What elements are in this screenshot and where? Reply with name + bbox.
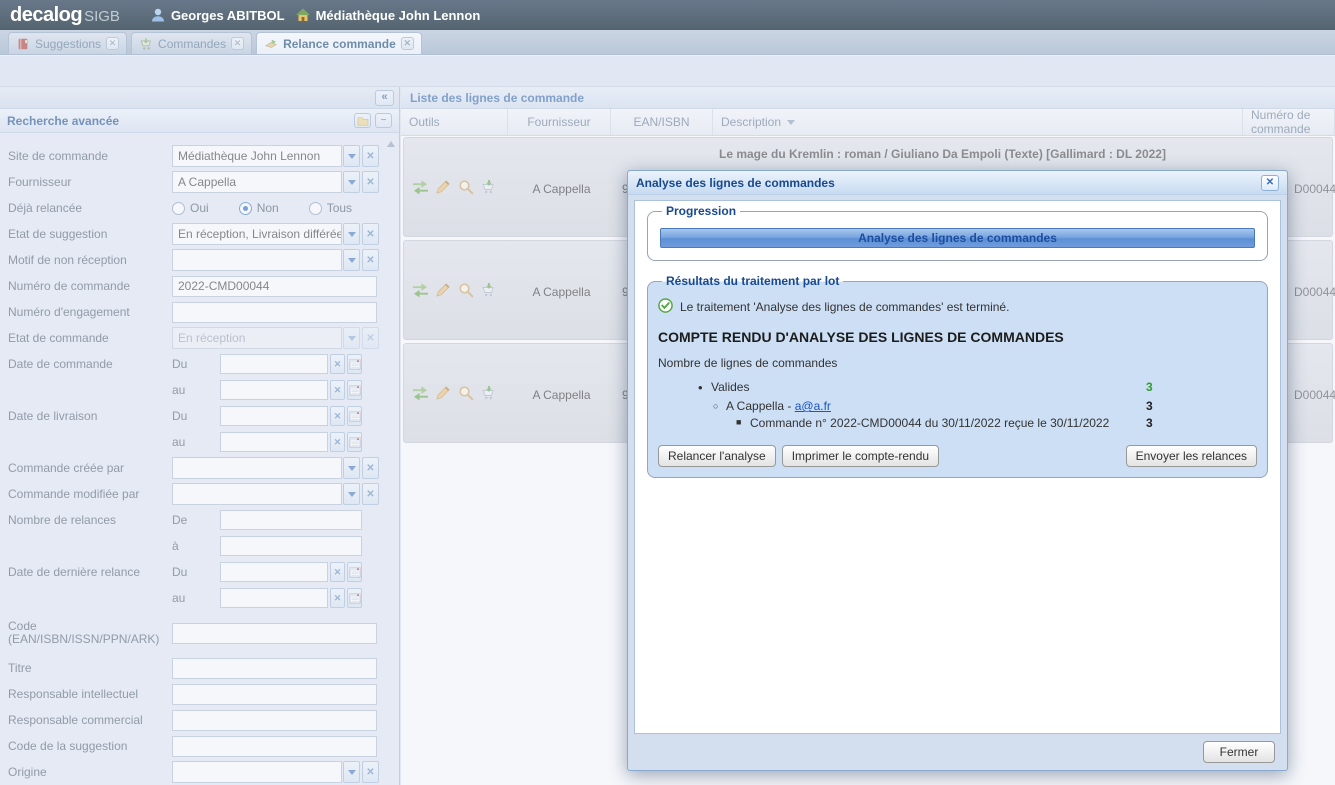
current-user[interactable]: Georges ABITBOL <box>150 7 285 23</box>
results-legend: Résultats du traitement par lot <box>662 274 843 289</box>
supplier-email-link[interactable]: a@a.fr <box>795 399 831 413</box>
report-subheading: Nombre de lignes de commandes <box>658 356 1257 370</box>
dialog-body: Progression Analyse des lignes de comman… <box>634 200 1281 734</box>
results-buttons-row: Relancer l'analyse Imprimer le compte-re… <box>658 445 1257 467</box>
current-user-name: Georges ABITBOL <box>171 8 285 23</box>
status-text: Le traitement 'Analyse des lignes de com… <box>680 300 1009 314</box>
dialog-footer: Fermer <box>1203 741 1275 763</box>
envoyer-relances-button[interactable]: Envoyer les relances <box>1126 445 1257 467</box>
progression-fieldset: Progression Analyse des lignes de comman… <box>647 211 1268 261</box>
check-circle-icon <box>658 298 673 316</box>
result-text: Valides <box>711 380 749 394</box>
top-bar: decalogSIGB Georges ABITBOL Médiathèque … <box>0 0 1335 30</box>
result-text: A Cappella - <box>726 399 795 413</box>
progression-legend: Progression <box>662 204 740 219</box>
dialog-title: Analyse des lignes de commandes <box>636 176 1261 190</box>
progress-bar: Analyse des lignes de commandes <box>660 228 1255 248</box>
status-line: Le traitement 'Analyse des lignes de com… <box>658 298 1257 316</box>
user-icon <box>150 7 166 23</box>
dialog-titlebar[interactable]: Analyse des lignes de commandes ✕ <box>628 171 1287 195</box>
bullet-disc-icon: • <box>698 380 703 395</box>
result-item-fournisseur: ○ A Cappella - a@a.fr 3 <box>658 399 1257 413</box>
result-text: Commande n° 2022-CMD00044 du 30/11/2022 … <box>750 416 1109 430</box>
bullet-square-icon: ■ <box>736 417 741 427</box>
home-icon <box>295 7 311 23</box>
analyse-dialog: Analyse des lignes de commandes ✕ Progre… <box>627 170 1288 771</box>
imprimer-compte-rendu-button[interactable]: Imprimer le compte-rendu <box>782 445 939 467</box>
result-count: 3 <box>1146 399 1153 413</box>
bullet-circle-icon: ○ <box>713 401 718 411</box>
relancer-analyse-button[interactable]: Relancer l'analyse <box>658 445 776 467</box>
current-site-name: Médiathèque John Lennon <box>316 8 481 23</box>
current-site[interactable]: Médiathèque John Lennon <box>295 7 481 23</box>
close-icon[interactable]: ✕ <box>1261 175 1279 191</box>
report-heading: COMPTE RENDU D'ANALYSE DES LIGNES DE COM… <box>658 329 1257 345</box>
result-item-commande: ■ Commande n° 2022-CMD00044 du 30/11/202… <box>658 416 1257 430</box>
application-window: decalogSIGB Georges ABITBOL Médiathèque … <box>0 0 1335 785</box>
fermer-button[interactable]: Fermer <box>1203 741 1275 763</box>
app-logo: decalog <box>10 4 82 26</box>
result-count: 3 <box>1146 416 1153 430</box>
result-count: 3 <box>1146 380 1153 394</box>
result-item-valides: • Valides 3 <box>658 380 1257 394</box>
results-fieldset: Résultats du traitement par lot Le trait… <box>647 281 1268 478</box>
app-logo-suffix: SIGB <box>84 8 120 25</box>
